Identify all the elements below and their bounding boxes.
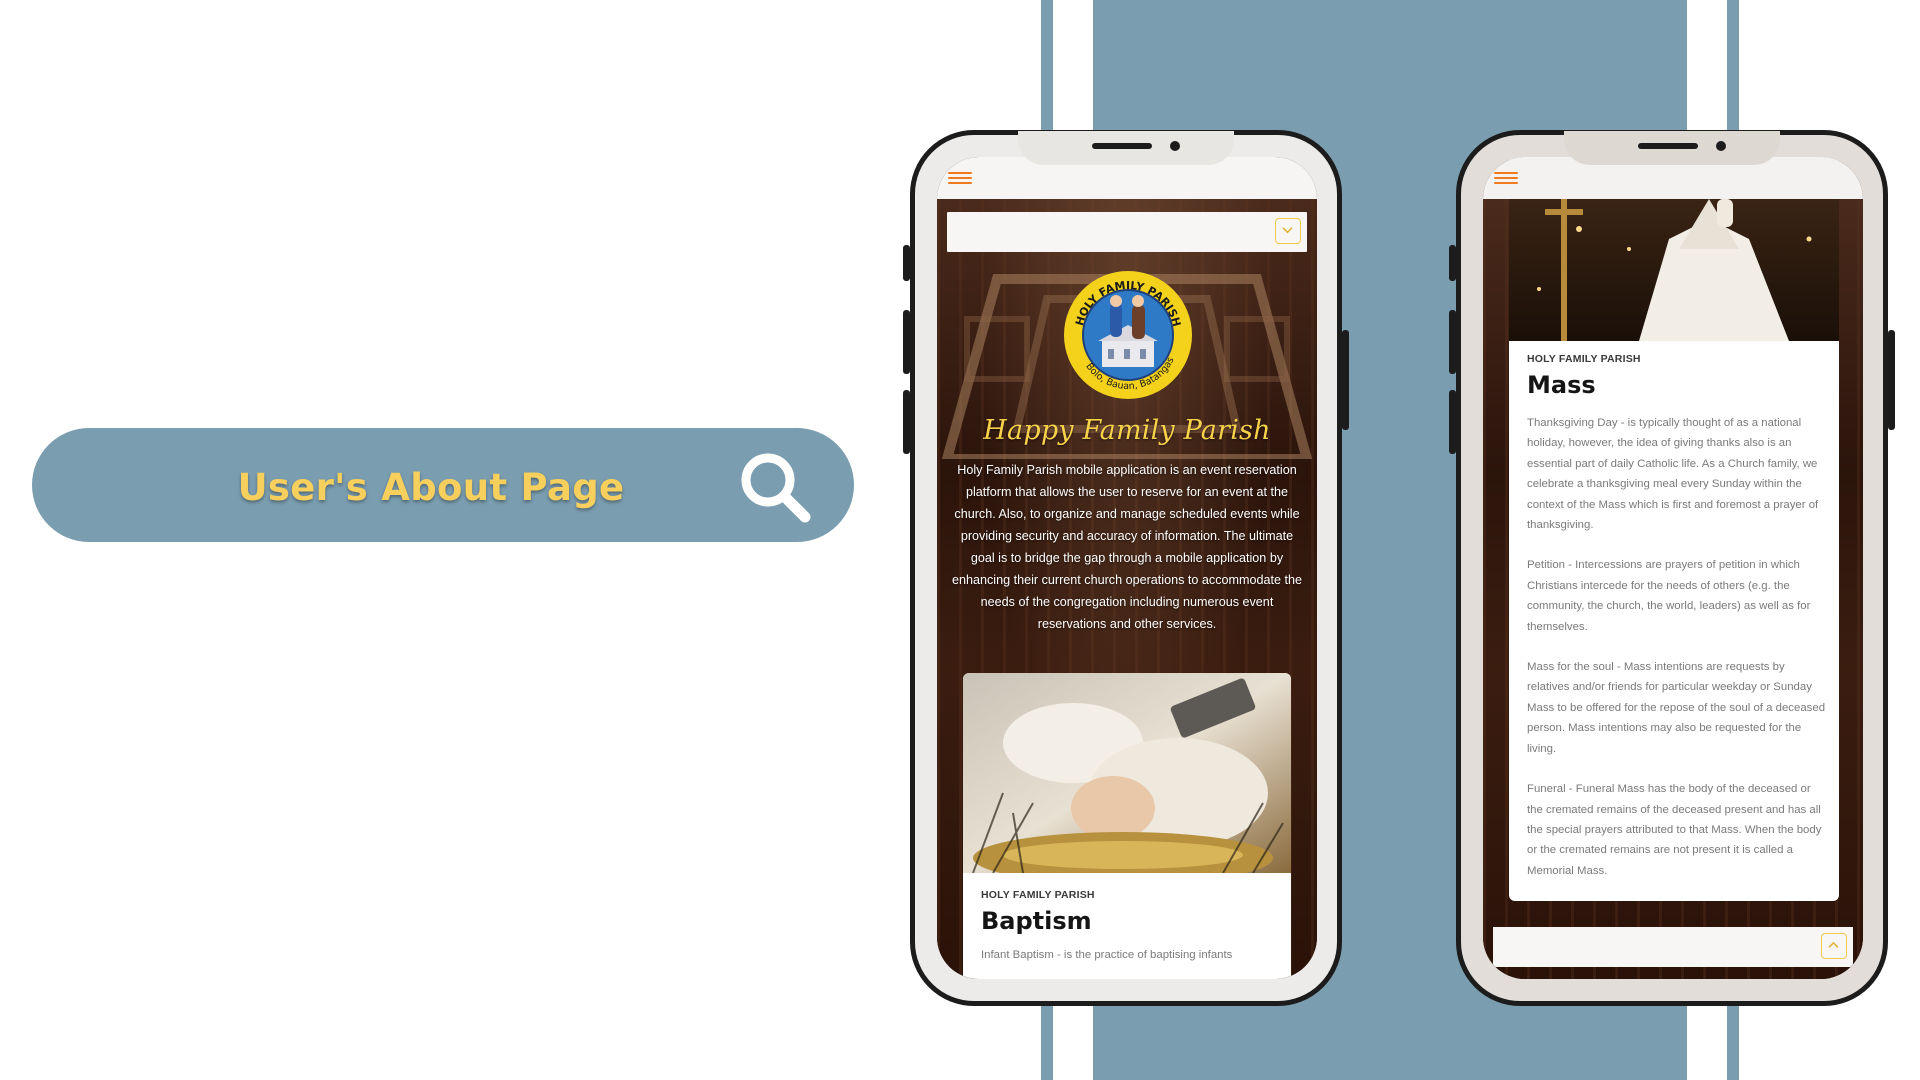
phone-side-button bbox=[1449, 245, 1456, 281]
mass-photo bbox=[1509, 199, 1839, 341]
phone-side-button bbox=[903, 310, 910, 374]
card-paragraph: Thanksgiving Day - is typically thought … bbox=[1527, 417, 1819, 532]
phone-side-button bbox=[1888, 330, 1895, 430]
card-kicker: HOLY FAMILY PARISH bbox=[981, 889, 1095, 901]
chevron-up-icon[interactable] bbox=[1821, 933, 1847, 959]
card-paragraph: Petition - Intercessions are prayers of … bbox=[1527, 559, 1811, 633]
card-text: HOLY FAMILY PARISH Mass Thanksgiving Day… bbox=[1527, 353, 1827, 901]
phone-side-button bbox=[903, 390, 910, 454]
card-kicker: HOLY FAMILY PARISH bbox=[1527, 353, 1641, 365]
phone-screen: HOLY FAMILY PARISH Mass Thanksgiving Day… bbox=[1483, 157, 1863, 979]
pill-title-text: User's About Page bbox=[237, 466, 625, 509]
phone-side-button bbox=[1449, 310, 1456, 374]
chevron-down-icon[interactable] bbox=[1275, 218, 1301, 244]
card-text: HOLY FAMILY PARISH Baptism Infant Baptis… bbox=[981, 889, 1281, 965]
card-paragraph: Funeral - Funeral Mass has the body of t… bbox=[1527, 783, 1822, 877]
search-icon[interactable] bbox=[735, 447, 815, 527]
event-dropdown[interactable] bbox=[1493, 927, 1853, 967]
hamburger-icon[interactable] bbox=[948, 169, 972, 189]
card-body: Infant Baptism - is the practice of bapt… bbox=[981, 949, 1233, 961]
app-description: Holy Family Parish mobile application is… bbox=[951, 463, 1303, 631]
phone-notch bbox=[1564, 131, 1780, 165]
phone-notch bbox=[1018, 131, 1234, 165]
card-paragraph: Mass for the soul - Mass intentions are … bbox=[1527, 661, 1826, 755]
event-dropdown[interactable] bbox=[947, 212, 1307, 252]
phone-speaker bbox=[1638, 143, 1698, 149]
phone-side-button bbox=[1449, 390, 1456, 454]
phone-camera bbox=[1716, 141, 1726, 151]
phone-camera bbox=[1170, 141, 1180, 151]
parish-logo: HOLY FAMILY PARISH Bolo, Bauan, Batangas bbox=[1064, 271, 1192, 399]
card-body: Thanksgiving Day - is typically thought … bbox=[1527, 413, 1827, 881]
app-title: Happy Family Parish bbox=[983, 415, 1271, 446]
hamburger-icon[interactable] bbox=[1494, 169, 1518, 189]
card-title: Mass bbox=[1527, 371, 1596, 399]
phone-mockup-about: HOLY FAMILY PARISH Bolo, Bauan, Batangas… bbox=[903, 130, 1349, 1006]
phone-mockup-mass: HOLY FAMILY PARISH Mass Thanksgiving Day… bbox=[1449, 130, 1895, 1006]
baptism-photo bbox=[963, 673, 1291, 873]
pill-title: User's About Page bbox=[0, 466, 830, 509]
phone-speaker bbox=[1092, 143, 1152, 149]
phone-screen: HOLY FAMILY PARISH Bolo, Bauan, Batangas… bbox=[937, 157, 1317, 979]
phone-side-button bbox=[1342, 330, 1349, 430]
card-title: Baptism bbox=[981, 907, 1092, 935]
service-card-mass[interactable]: HOLY FAMILY PARISH Mass Thanksgiving Day… bbox=[1509, 157, 1839, 901]
phone-side-button bbox=[903, 245, 910, 281]
slide: User's About Page HOLY FAMILY PARISH Bol… bbox=[0, 0, 1920, 1080]
service-card-baptism[interactable]: HOLY FAMILY PARISH Baptism Infant Baptis… bbox=[963, 673, 1291, 979]
